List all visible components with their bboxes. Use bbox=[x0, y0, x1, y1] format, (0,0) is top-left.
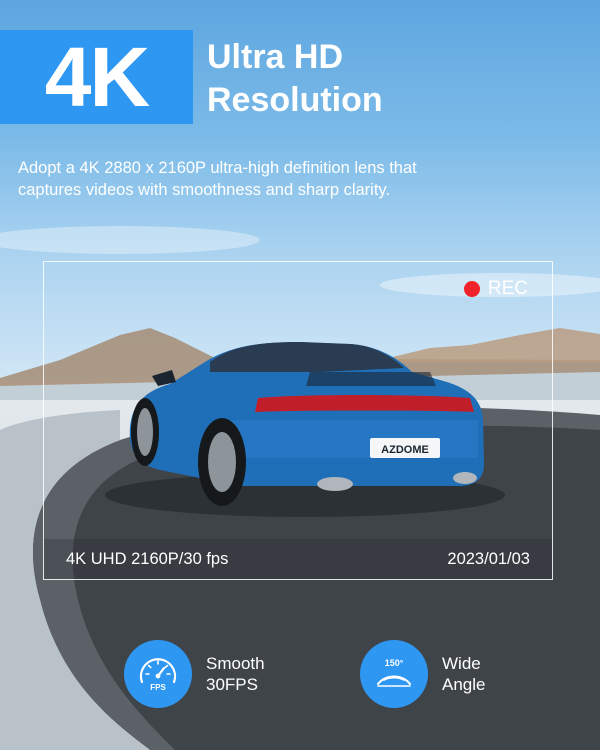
cloud bbox=[0, 226, 260, 254]
feature-text: Smooth 30FPS bbox=[206, 653, 265, 695]
headline-line-1: Ultra HD bbox=[207, 38, 344, 76]
recording-date: 2023/01/03 bbox=[447, 549, 530, 568]
feature-line-1: Smooth bbox=[206, 654, 265, 673]
headline-line-2: Resolution bbox=[207, 81, 383, 119]
svg-text:FPS: FPS bbox=[150, 683, 166, 692]
feature-line-2: Angle bbox=[442, 675, 486, 694]
wide-angle-icon: 150° bbox=[360, 640, 428, 708]
recording-info-bar: 4K UHD 2160P/30 fps 2023/01/03 bbox=[44, 539, 552, 579]
feature-line-2: 30FPS bbox=[206, 675, 258, 694]
description: Adopt a 4K 2880 x 2160P ultra-high defin… bbox=[18, 157, 578, 201]
speedometer-icon: FPS bbox=[124, 640, 192, 708]
svg-text:150°: 150° bbox=[385, 658, 404, 668]
rec-indicator: REC bbox=[463, 278, 528, 300]
rec-dot-icon bbox=[463, 281, 480, 297]
4k-badge-text: 4K bbox=[44, 30, 150, 124]
description-line-1: Adopt a 4K 2880 x 2160P ultra-high defin… bbox=[18, 159, 417, 177]
feature-wide-angle: 150° Wide Angle bbox=[360, 640, 485, 708]
description-line-2: captures videos with smoothness and shar… bbox=[18, 181, 391, 199]
rec-label: REC bbox=[487, 278, 528, 299]
recording-frame: REC 4K UHD 2160P/30 fps 2023/01/03 bbox=[43, 261, 553, 580]
4k-badge: 4K bbox=[0, 30, 193, 124]
headline: Ultra HD Resolution bbox=[207, 36, 383, 122]
recording-resolution: 4K UHD 2160P/30 fps bbox=[66, 549, 229, 568]
feature-line-1: Wide bbox=[442, 654, 481, 673]
feature-smooth-30fps: FPS Smooth 30FPS bbox=[124, 640, 265, 708]
feature-text: Wide Angle bbox=[442, 653, 485, 695]
